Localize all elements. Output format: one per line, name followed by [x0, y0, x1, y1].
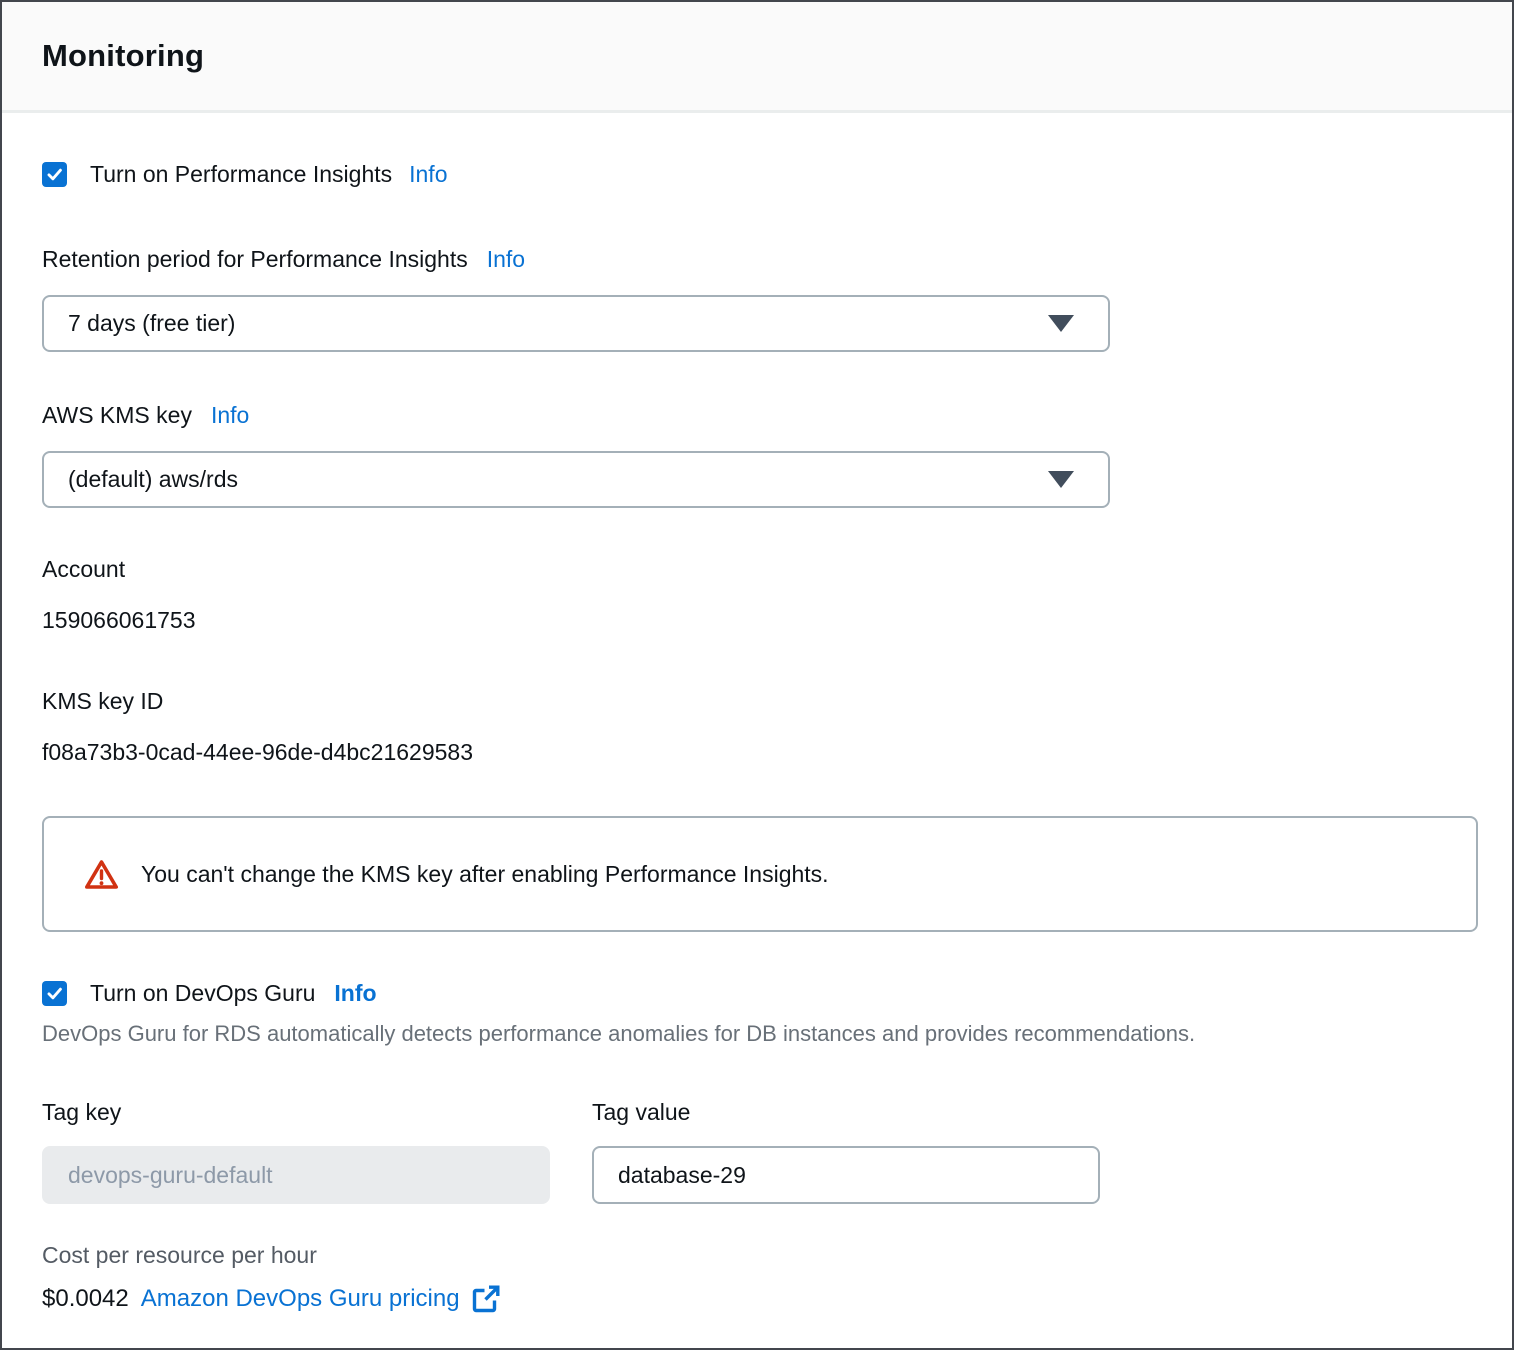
kms-key-selected-value: (default) aws/rds: [68, 466, 1048, 493]
retention-period-selected-value: 7 days (free tier): [68, 310, 1048, 337]
tag-value-column: Tag value: [592, 1099, 1100, 1204]
chevron-down-icon: [1048, 471, 1074, 488]
performance-insights-checkbox[interactable]: [42, 162, 67, 187]
checkmark-icon: [45, 984, 64, 1003]
kms-key-label: AWS KMS key Info: [42, 402, 1474, 429]
devops-guru-pricing-link-text: Amazon DevOps Guru pricing: [141, 1285, 460, 1313]
tag-fields-row: Tag key Tag value: [42, 1099, 1474, 1204]
retention-period-select[interactable]: 7 days (free tier): [42, 295, 1110, 352]
kms-key-select[interactable]: (default) aws/rds: [42, 451, 1110, 508]
checkmark-icon: [45, 165, 64, 184]
panel-header: Monitoring: [2, 2, 1512, 113]
kms-key-label-text: AWS KMS key: [42, 402, 192, 428]
devops-guru-pricing-link[interactable]: Amazon DevOps Guru pricing: [141, 1285, 500, 1313]
tag-value-label: Tag value: [592, 1099, 1100, 1126]
tag-key-label: Tag key: [42, 1099, 550, 1126]
panel-content: Turn on Performance Insights Info Retent…: [2, 161, 1512, 1313]
cost-row: $0.0042 Amazon DevOps Guru pricing: [42, 1285, 1474, 1313]
retention-period-label-text: Retention period for Performance Insight…: [42, 246, 468, 272]
kms-key-id-value: f08a73b3-0cad-44ee-96de-d4bc21629583: [42, 739, 1474, 766]
retention-period-label: Retention period for Performance Insight…: [42, 246, 1474, 273]
kms-warning-text: You can't change the KMS key after enabl…: [141, 861, 829, 888]
external-link-icon: [472, 1285, 500, 1313]
tag-key-input: [42, 1146, 550, 1204]
page-title: Monitoring: [42, 38, 204, 74]
tag-value-input[interactable]: [592, 1146, 1100, 1204]
performance-insights-row: Turn on Performance Insights Info: [42, 161, 1474, 188]
chevron-down-icon: [1048, 315, 1074, 332]
devops-guru-checkbox[interactable]: [42, 981, 67, 1006]
account-label: Account: [42, 556, 1474, 583]
account-value: 159066061753: [42, 607, 1474, 634]
tag-key-column: Tag key: [42, 1099, 550, 1204]
performance-insights-label: Turn on Performance Insights: [90, 161, 392, 188]
devops-guru-description: DevOps Guru for RDS automatically detect…: [42, 1021, 1474, 1047]
monitoring-panel: Monitoring Turn on Performance Insights …: [0, 0, 1514, 1350]
cost-per-resource-label: Cost per resource per hour: [42, 1242, 1474, 1269]
kms-warning-alert: You can't change the KMS key after enabl…: [42, 816, 1478, 932]
devops-guru-label: Turn on DevOps Guru: [90, 980, 315, 1007]
performance-insights-info-link[interactable]: Info: [409, 161, 447, 188]
devops-guru-row: Turn on DevOps Guru Info: [42, 980, 1474, 1007]
warning-triangle-icon: [84, 859, 119, 890]
devops-guru-info-link[interactable]: Info: [334, 980, 376, 1007]
retention-period-info-link[interactable]: Info: [487, 246, 525, 272]
kms-key-info-link[interactable]: Info: [211, 402, 249, 428]
cost-value: $0.0042: [42, 1285, 129, 1313]
kms-key-id-label: KMS key ID: [42, 688, 1474, 715]
